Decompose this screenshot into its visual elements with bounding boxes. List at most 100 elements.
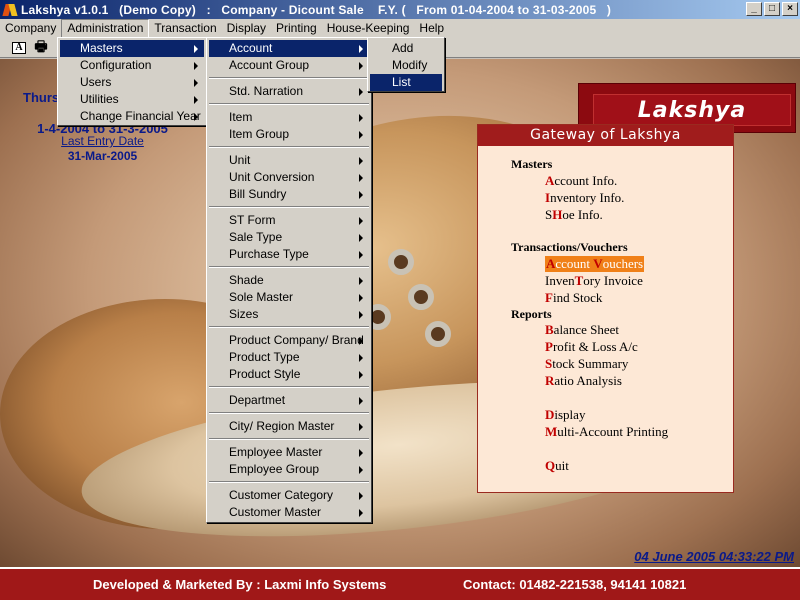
menu-item-label: ST Form	[229, 213, 276, 227]
masters-item-city-region-master[interactable]: City/ Region Master	[209, 418, 369, 435]
submenu-arrow-icon	[359, 157, 363, 165]
masters-item-unit[interactable]: Unit	[209, 152, 369, 169]
menu-printing[interactable]: Printing	[271, 19, 322, 38]
masters-item-shade[interactable]: Shade	[209, 272, 369, 289]
footer-bar: Developed & Marketed By : Laxmi Info Sys…	[0, 567, 800, 600]
menu-help[interactable]: Help	[414, 19, 449, 38]
window-controls: _ □ ×	[746, 2, 798, 16]
menu-item-label: Product Style	[229, 367, 301, 381]
menu-item-label: Purchase Type	[229, 247, 309, 261]
minimize-button[interactable]: _	[746, 2, 762, 16]
masters-item-customer-master[interactable]: Customer Master	[209, 504, 369, 521]
hotkey: V	[593, 256, 603, 271]
menu-item-label: Configuration	[80, 58, 152, 72]
masters-item-product-style[interactable]: Product Style	[209, 366, 369, 383]
masters-item-item[interactable]: Item	[209, 109, 369, 126]
menu-transaction[interactable]: Transaction	[149, 19, 221, 38]
menu-display[interactable]: Display	[222, 19, 271, 38]
submenu-arrow-icon	[359, 466, 363, 474]
last-entry-date-link[interactable]: Last Entry Date	[0, 134, 205, 148]
masters-item-st-form[interactable]: ST Form	[209, 212, 369, 229]
submenu-arrow-icon	[359, 234, 363, 242]
app-logo-icon	[2, 3, 18, 17]
admin-item-configuration[interactable]: Configuration	[60, 57, 204, 74]
menu-separator	[209, 77, 369, 79]
menu-administration[interactable]: Administration	[61, 19, 150, 38]
masters-item-departmet[interactable]: Departmet	[209, 392, 369, 409]
masters-item-product-type[interactable]: Product Type	[209, 349, 369, 366]
gateway-account-info[interactable]: Account Info.	[545, 173, 617, 189]
administration-menu: Masters Configuration Users Utilities Ch…	[57, 37, 207, 126]
label: oe Info.	[562, 207, 603, 222]
menu-item-label: Sole Master	[229, 290, 294, 304]
menu-item-label: Bill Sundry	[229, 187, 287, 201]
menu-item-label: Std. Narration	[229, 84, 304, 98]
masters-menu: Account Account Group Std. Narration Item It…	[206, 37, 372, 523]
account-add[interactable]: Add	[370, 40, 442, 57]
gateway-inventory-info[interactable]: Inventory Info.	[545, 190, 624, 206]
masters-item-purchase-type[interactable]: Purchase Type	[209, 246, 369, 263]
hotkey: P	[545, 339, 553, 354]
masters-item-account-group[interactable]: Account Group	[209, 57, 369, 74]
maximize-button[interactable]: □	[764, 2, 780, 16]
gateway-section-reports: Reports	[511, 307, 552, 321]
masters-item-employee-master[interactable]: Employee Master	[209, 444, 369, 461]
masters-item-customer-category[interactable]: Customer Category	[209, 487, 369, 504]
menu-separator	[209, 103, 369, 105]
contact-info: Contact: 01482-221538, 94141 10821	[463, 577, 687, 592]
gateway-display[interactable]: Display	[545, 407, 585, 423]
gateway-section-transactions: Transactions/Vouchers	[511, 240, 628, 254]
menu-company[interactable]: Company	[0, 19, 61, 38]
masters-item-std-narration[interactable]: Std. Narration	[209, 83, 369, 100]
gateway-balance-sheet[interactable]: Balance Sheet	[545, 322, 619, 338]
hotkey: Q	[545, 458, 556, 473]
masters-item-employee-group[interactable]: Employee Group	[209, 461, 369, 478]
submenu-arrow-icon	[194, 45, 198, 53]
label: ouchers	[602, 256, 644, 271]
gateway-find-stock[interactable]: Find Stock	[545, 290, 602, 306]
masters-item-account[interactable]: Account	[209, 40, 369, 57]
current-datetime: 04 June 2005 04:33:22 PM	[634, 549, 794, 564]
menu-item-label: Employee Master	[229, 445, 323, 459]
submenu-arrow-icon	[359, 371, 363, 379]
menu-separator	[209, 412, 369, 414]
gateway-inventory-invoice[interactable]: InvenTory Invoice	[545, 273, 643, 289]
submenu-arrow-icon	[194, 113, 198, 121]
menu-item-label: Users	[80, 75, 112, 89]
gateway-account-vouchers[interactable]: Account Vouchers	[545, 256, 645, 272]
admin-item-utilities[interactable]: Utilities	[60, 91, 204, 108]
masters-item-sale-type[interactable]: Sale Type	[209, 229, 369, 246]
menu-item-label: Employee Group	[229, 462, 320, 476]
masters-item-bill-sundry[interactable]: Bill Sundry	[209, 186, 369, 203]
admin-item-users[interactable]: Users	[60, 74, 204, 91]
masters-item-unit-conversion[interactable]: Unit Conversion	[209, 169, 369, 186]
submenu-arrow-icon	[359, 45, 363, 53]
submenu-arrow-icon	[359, 88, 363, 96]
gateway-quit[interactable]: Quit	[545, 458, 569, 474]
gateway-stock-summary[interactable]: Stock Summary	[545, 356, 628, 372]
menu-house-keeping[interactable]: House-Keeping	[322, 19, 415, 38]
masters-item-sole-master[interactable]: Sole Master	[209, 289, 369, 306]
admin-item-masters[interactable]: Masters	[60, 40, 204, 57]
admin-item-change-financial-year[interactable]: Change Financial Year	[60, 108, 204, 125]
account-list[interactable]: List	[370, 74, 442, 91]
gateway-profit-loss[interactable]: Profit & Loss A/c	[545, 339, 638, 355]
gateway-shoe-info[interactable]: SHoe Info.	[545, 207, 603, 223]
gateway-multi-account-printing[interactable]: Multi-Account Printing	[545, 424, 668, 440]
shoe-eyelet	[408, 284, 434, 310]
menu-item-label: Unit Conversion	[229, 170, 315, 184]
gateway-title: Gateway of Lakshya	[478, 125, 733, 146]
menu-separator	[209, 438, 369, 440]
text-tool-button[interactable]: A	[10, 40, 28, 56]
close-button[interactable]: ×	[782, 2, 798, 16]
masters-item-product-company-brand[interactable]: Product Company/ Brand	[209, 332, 369, 349]
account-modify[interactable]: Modify	[370, 57, 442, 74]
menu-item-label: Account	[229, 41, 273, 55]
print-preview-button[interactable]: 🖶	[32, 40, 50, 56]
label: atio Analysis	[554, 373, 622, 388]
masters-item-item-group[interactable]: Item Group	[209, 126, 369, 143]
menu-item-label: Departmet	[229, 393, 286, 407]
gateway-ratio-analysis[interactable]: Ratio Analysis	[545, 373, 622, 389]
masters-item-sizes[interactable]: Sizes	[209, 306, 369, 323]
label: ory Invoice	[583, 273, 643, 288]
